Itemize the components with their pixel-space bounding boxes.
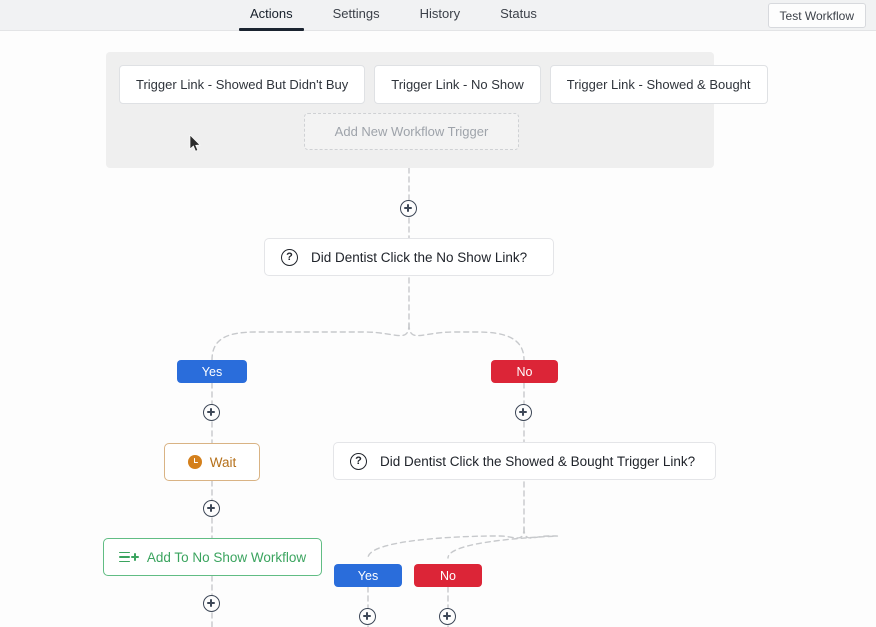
branch-badge-label: No	[516, 364, 533, 379]
add-step-button-after-wait[interactable]	[203, 500, 220, 517]
branch-badge-yes-1[interactable]: Yes	[177, 360, 247, 383]
question-icon: ?	[281, 248, 298, 266]
condition-node-label: Did Dentist Click the No Show Link?	[311, 249, 528, 265]
add-step-button-root[interactable]	[400, 200, 417, 217]
workflow-builder: Actions Settings History Status Test Wor…	[0, 0, 876, 627]
add-step-button-yes-1[interactable]	[203, 404, 220, 421]
trigger-panel: Trigger Link - Showed But Didn't Buy Tri…	[106, 52, 768, 168]
branch-badge-label: Yes	[357, 568, 379, 583]
branch-badge-yes-2[interactable]: Yes	[334, 564, 402, 587]
trigger-chip-list: Trigger Link - Showed But Didn't Buy Tri…	[119, 65, 768, 104]
condition-node-showed-and-bought-link[interactable]: ? Did Dentist Click the Showed & Bought …	[333, 442, 716, 480]
add-step-button-no-2[interactable]	[439, 608, 456, 625]
app-header: Actions Settings History Status Test Wor…	[0, 0, 876, 31]
trigger-chip-no-show[interactable]: Trigger Link - No Show	[374, 65, 541, 104]
workflow-canvas[interactable]: Trigger Link - Showed But Didn't Buy Tri…	[0, 32, 876, 627]
tab-history-label: History	[419, 6, 461, 21]
tab-history[interactable]: History	[400, 0, 480, 31]
add-new-workflow-trigger-button[interactable]: Add New Workflow Trigger	[304, 113, 519, 150]
branch-badge-label: Yes	[201, 364, 223, 379]
test-workflow-label: Test Workflow	[779, 8, 854, 23]
add-to-workflow-node[interactable]: Add To No Show Workflow	[103, 538, 322, 576]
trigger-chip-label: Trigger Link - Showed But Didn't Buy	[136, 77, 349, 92]
test-workflow-button[interactable]: Test Workflow	[767, 3, 866, 28]
trigger-chip-label: Trigger Link - No Show	[391, 77, 524, 92]
branch-badge-no-1[interactable]: No	[491, 360, 558, 383]
add-trigger-label: Add New Workflow Trigger	[334, 124, 489, 139]
tab-actions-label: Actions	[250, 6, 293, 21]
tab-settings[interactable]: Settings	[313, 0, 400, 31]
add-step-button-yes-2[interactable]	[359, 608, 376, 625]
add-step-button-after-workflow[interactable]	[203, 595, 220, 612]
question-icon: ?	[350, 452, 367, 470]
trigger-chip-showed-and-bought[interactable]: Trigger Link - Showed & Bought	[549, 65, 768, 104]
wait-node[interactable]: Wait	[164, 443, 260, 481]
tab-settings-label: Settings	[332, 6, 380, 21]
add-step-button-no-1[interactable]	[515, 404, 532, 421]
tab-bar: Actions Settings History Status	[230, 0, 557, 31]
list-plus-icon	[118, 551, 140, 564]
trigger-chip-label: Trigger Link - Showed & Bought	[566, 77, 751, 92]
clock-icon	[187, 455, 202, 469]
trigger-chip-showed-but-didnt-buy[interactable]: Trigger Link - Showed But Didn't Buy	[119, 65, 366, 104]
branch-badge-label: No	[440, 568, 456, 583]
branch-badge-no-2[interactable]: No	[414, 564, 482, 587]
condition-node-no-show-link[interactable]: ? Did Dentist Click the No Show Link?	[264, 238, 554, 276]
tab-actions[interactable]: Actions	[230, 0, 313, 31]
add-to-workflow-label: Add To No Show Workflow	[146, 549, 307, 565]
wait-node-label: Wait	[209, 454, 237, 470]
tab-status-label: Status	[500, 6, 537, 21]
condition-node-label: Did Dentist Click the Showed & Bought Tr…	[380, 453, 696, 469]
tab-status[interactable]: Status	[480, 0, 557, 31]
